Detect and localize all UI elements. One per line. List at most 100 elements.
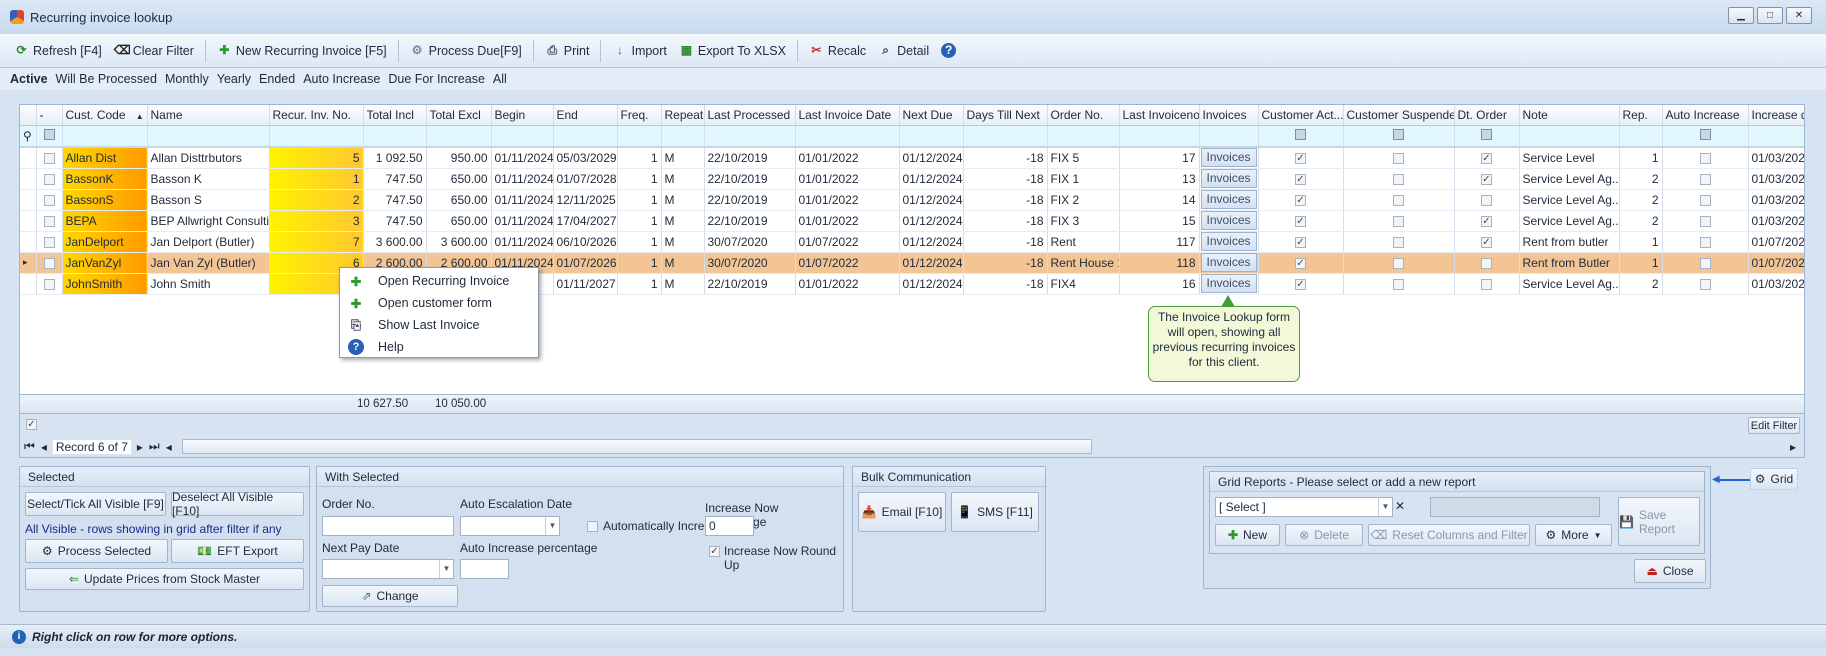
row-select-cell[interactable] — [36, 189, 63, 211]
invoices-button[interactable]: Invoices — [1200, 169, 1257, 188]
table-row[interactable]: JohnSmithJohn Smith2401/11/20271M22/10/2… — [20, 273, 1804, 295]
suspended-checkbox[interactable] — [1393, 236, 1404, 248]
filter-cell[interactable] — [553, 125, 618, 148]
column-header-rep[interactable]: Rep. — [1619, 105, 1663, 126]
row-checkbox[interactable] — [43, 257, 55, 269]
grid-button[interactable]: ⚙ Grid — [1750, 468, 1798, 490]
auto-inc-checkbox[interactable] — [1699, 215, 1711, 227]
column-header-end[interactable]: End — [553, 105, 618, 126]
cust-active-checkbox[interactable]: ✓ — [1295, 278, 1306, 290]
filter-cell[interactable] — [1343, 125, 1455, 148]
context-menu-item-open-customer-form[interactable]: ✚ Open customer form — [340, 292, 538, 314]
column-header-name[interactable]: Name — [147, 105, 270, 126]
context-menu-item-show-last-invoice[interactable]: ⎘ Show Last Invoice — [340, 314, 538, 336]
column-header-last-invoiceno[interactable]: Last Invoiceno — [1119, 105, 1200, 126]
filter-cell[interactable] — [1454, 125, 1520, 148]
new-report-button[interactable]: ✚ New — [1215, 524, 1280, 546]
invoices-button[interactable]: Invoices — [1200, 211, 1257, 230]
filter-checkbox[interactable] — [43, 128, 55, 140]
filter-cell[interactable] — [795, 125, 900, 148]
table-row[interactable]: BassonS Basson S 2 747.50 650.00 01/11/2024 12… — [20, 189, 1804, 211]
row-checkbox[interactable] — [43, 236, 55, 248]
auto-increase-pct-input[interactable] — [460, 559, 509, 579]
filter-cell[interactable] — [1199, 125, 1259, 148]
row-checkbox[interactable] — [43, 194, 55, 206]
toolbar-recalc-button[interactable]: ✂ Recalc — [805, 41, 870, 60]
row-select-cell[interactable] — [36, 210, 63, 232]
toolbar-import-button[interactable]: ↓ Import — [608, 41, 670, 60]
last-record-icon[interactable]: ⏭ — [149, 439, 160, 454]
cust-active-checkbox[interactable]: ✓ — [1295, 236, 1306, 248]
select-all-visible-button[interactable]: Select/Tick All Visible [F9] — [25, 492, 166, 516]
suspended-checkbox[interactable] — [1393, 215, 1404, 227]
email-button[interactable]: 📥 Email [F10] — [858, 492, 946, 532]
close-button[interactable]: ⏏ Close — [1634, 559, 1706, 583]
auto-escalation-date-picker[interactable]: ▼ — [460, 516, 560, 536]
invoices-button[interactable]: Invoices — [1200, 232, 1257, 251]
dt-order-checkbox[interactable]: ✓ — [1481, 215, 1492, 227]
edit-filter-button[interactable]: Edit Filter — [1748, 417, 1800, 434]
column-header-repeat[interactable]: Repeat — [661, 105, 705, 126]
dt-order-checkbox[interactable]: ✓ — [1481, 173, 1492, 185]
filter-cell[interactable] — [899, 125, 964, 148]
save-report-button[interactable]: 💾 Save Report — [1618, 497, 1700, 546]
row-checkbox[interactable] — [43, 153, 55, 165]
filter-cell[interactable] — [704, 125, 796, 148]
automatically-increase-checkbox[interactable] — [587, 521, 598, 532]
auto-inc-checkbox[interactable] — [1699, 153, 1711, 165]
filter-cell[interactable] — [269, 125, 364, 148]
context-menu-item-help[interactable]: ? Help — [340, 336, 538, 358]
column-header-customer-act[interactable]: Customer Act... — [1258, 105, 1344, 126]
column-header-recur-inv-no[interactable]: Recur. Inv. No. — [269, 105, 364, 126]
table-row[interactable]: ▸ JanVanZyl Jan Van Zyl (Butler) 6 2 600.00 2… — [20, 252, 1804, 274]
row-select-cell[interactable] — [36, 231, 63, 253]
column-header-total-incl[interactable]: Total Incl — [363, 105, 427, 126]
order-no-input[interactable] — [322, 516, 454, 536]
column-header-last-invoice-date[interactable]: Last Invoice Date — [795, 105, 900, 126]
filter-tab-auto-increase[interactable]: Auto Increase — [303, 72, 380, 86]
row-select-cell[interactable] — [36, 168, 63, 190]
chevron-down-icon[interactable]: ▼ — [1378, 498, 1392, 516]
column-header-customer-suspended[interactable]: Customer Suspended — [1343, 105, 1455, 126]
toolbar-refresh-f4-button[interactable]: ⟳ Refresh [F4] — [10, 41, 106, 60]
minimize-button[interactable]: ▁ — [1728, 7, 1754, 24]
auto-inc-checkbox[interactable] — [1699, 257, 1711, 269]
filter-tab-active[interactable]: Active — [10, 72, 48, 86]
filter-cell[interactable] — [1047, 125, 1120, 148]
filter-tab-yearly[interactable]: Yearly — [217, 72, 251, 86]
auto-inc-checkbox[interactable] — [1699, 236, 1711, 248]
filter-cell[interactable] — [963, 125, 1048, 148]
context-menu-item-open-recurring-invoice[interactable]: ✚ Open Recurring Invoice — [340, 270, 538, 292]
column-header-last-processed[interactable]: Last Processed — [704, 105, 796, 126]
report-name-input[interactable] — [1430, 497, 1600, 517]
column-header-days-till-next[interactable]: Days Till Next — [963, 105, 1048, 126]
filter-cell[interactable] — [36, 125, 63, 148]
row-select-cell[interactable] — [36, 147, 63, 169]
column-header-auto-increase[interactable]: Auto Increase — [1662, 105, 1749, 126]
row-select-cell[interactable] — [36, 273, 63, 295]
cust-active-checkbox[interactable]: ✓ — [1295, 173, 1306, 185]
cust-active-checkbox[interactable]: ✓ — [1295, 215, 1306, 227]
row-checkbox[interactable] — [43, 278, 55, 290]
first-record-icon[interactable]: ⏮ — [24, 439, 35, 454]
filter-tab-ended[interactable]: Ended — [259, 72, 295, 86]
filter-cell[interactable] — [147, 125, 270, 148]
toolbar-clear-filter-button[interactable]: ⌫ Clear Filter — [110, 41, 198, 60]
invoices-button[interactable]: Invoices — [1200, 190, 1257, 209]
filter-cell[interactable] — [62, 125, 148, 148]
chevron-down-icon[interactable]: ▼ — [545, 517, 559, 535]
column-header-total-excl[interactable]: Total Excl — [426, 105, 492, 126]
filter-cell[interactable] — [1619, 125, 1663, 148]
filter-enable-checkbox[interactable]: ✓ — [26, 419, 37, 430]
table-row[interactable]: BassonK Basson K 1 747.50 650.00 01/11/2024 01… — [20, 168, 1804, 190]
column-header-note[interactable]: Note — [1519, 105, 1620, 126]
filter-cell[interactable] — [1662, 125, 1749, 148]
dt-order-checkbox[interactable] — [1481, 278, 1492, 290]
dt-order-checkbox[interactable] — [1481, 194, 1492, 206]
column-header-next-due[interactable]: Next Due — [899, 105, 964, 126]
prev-record-icon[interactable]: ◂ — [41, 440, 47, 454]
filter-checkbox[interactable] — [1393, 128, 1404, 140]
auto-inc-checkbox[interactable] — [1699, 173, 1711, 185]
scroll-right-icon[interactable]: ▸ — [1790, 440, 1796, 454]
invoices-button[interactable]: Invoices — [1200, 253, 1257, 272]
